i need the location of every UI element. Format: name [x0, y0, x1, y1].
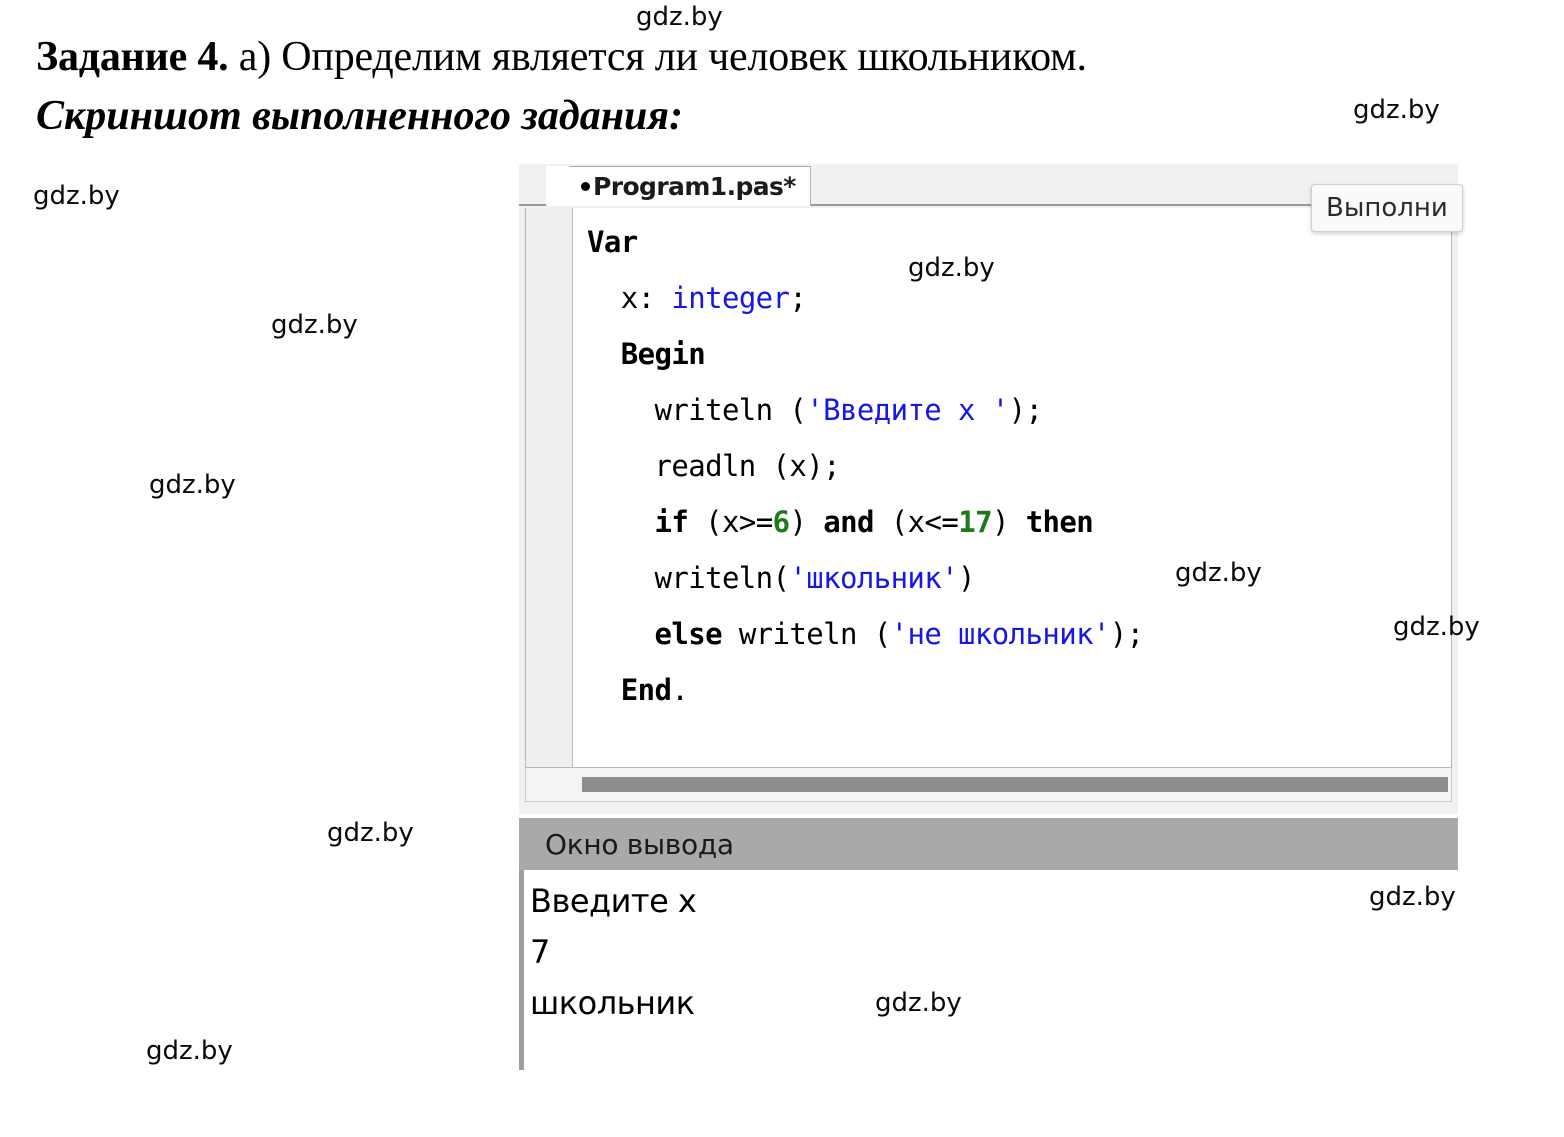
- watermark: gdz.by: [1353, 95, 1440, 125]
- code-line: End.: [620, 673, 689, 707]
- unsaved-dot-icon: [581, 182, 590, 191]
- run-button-tooltip[interactable]: Выполни: [1311, 184, 1463, 232]
- scrollbar-thumb[interactable]: [582, 777, 1448, 792]
- editor-horizontal-scrollbar[interactable]: [525, 768, 1452, 802]
- page-heading: Задание 4. а) Определим является ли чело…: [36, 30, 1536, 85]
- output-line: 7: [530, 933, 550, 971]
- task-label: Задание 4.: [36, 34, 229, 80]
- code-line: Begin: [620, 337, 706, 371]
- watermark: gdz.by: [327, 818, 414, 848]
- watermark: gdz.by: [149, 470, 236, 500]
- code-line: if (x>=6) and (x<=17) then: [654, 505, 1094, 539]
- code-line: readln (x);: [654, 449, 841, 483]
- code-line: writeln ('Введите х ');: [654, 393, 1043, 427]
- code-line: x: integer;: [620, 281, 807, 315]
- code-text-area[interactable]: Var x: integer; Begin writeln ('Введите …: [573, 208, 1451, 767]
- editor-gutter: [526, 208, 573, 767]
- output-window-title-bar: Окно вывода: [519, 818, 1458, 870]
- watermark: gdz.by: [33, 181, 120, 211]
- pascal-ide-window: Program1.pas* Var x: integer; Begin writ…: [519, 164, 1458, 814]
- watermark: gdz.by: [636, 2, 723, 32]
- output-line: школьник: [530, 984, 695, 1022]
- code-line: writeln('школьник'): [654, 561, 976, 595]
- code-editor[interactable]: Var x: integer; Begin writeln ('Введите …: [525, 208, 1452, 768]
- watermark: gdz.by: [146, 1036, 233, 1066]
- watermark: gdz.by: [271, 310, 358, 340]
- output-window-title: Окно вывода: [545, 827, 734, 861]
- run-button-label: Выполни: [1326, 193, 1448, 223]
- task-description: а) Определим является ли человек школьни…: [228, 34, 1087, 80]
- output-window: Окно вывода Введите х 7 школьник: [519, 818, 1458, 1070]
- output-line: Введите х: [530, 882, 697, 920]
- screenshot-right-filler: [1458, 164, 1564, 814]
- page-subtitle: Скриншот выполненного задания:: [36, 93, 684, 139]
- tab-program1-pas[interactable]: Program1.pas*: [546, 166, 811, 206]
- output-window-body: Введите х 7 школьник: [519, 870, 1458, 1070]
- tab-label: Program1.pas*: [593, 172, 796, 201]
- code-line: else writeln ('не школьник');: [654, 617, 1145, 651]
